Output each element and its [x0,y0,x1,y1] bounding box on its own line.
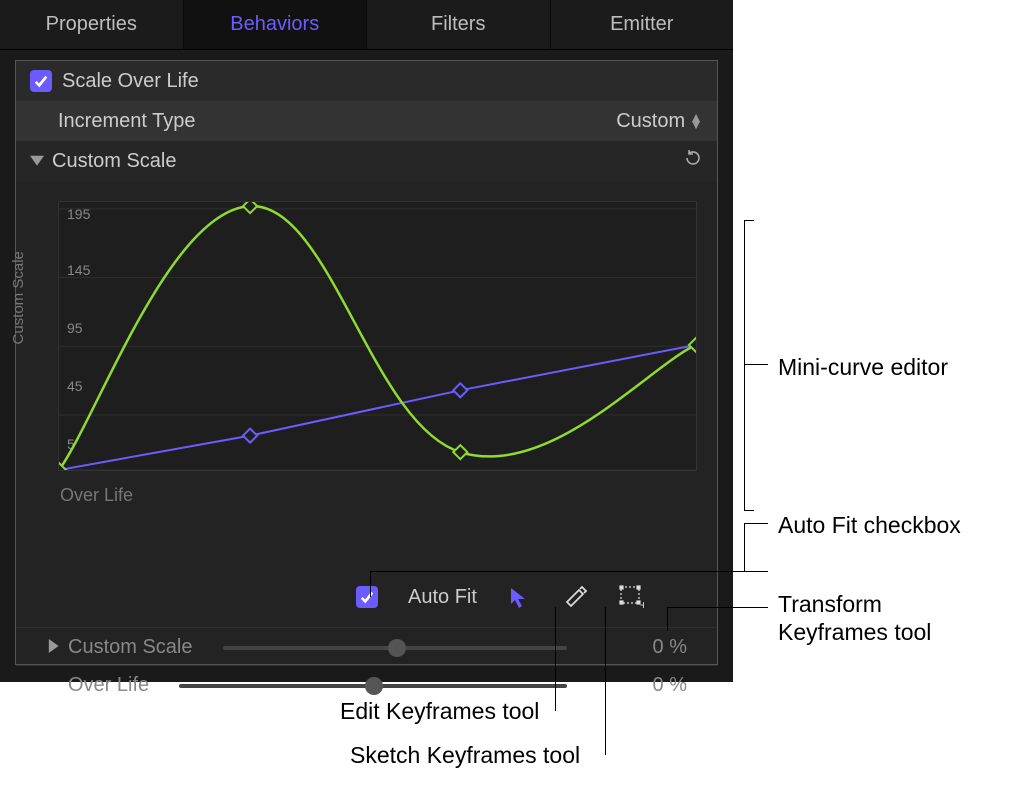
disclosure-icon[interactable] [46,636,60,659]
enable-checkbox[interactable] [30,70,52,92]
annotation-mini-curve: Mini-curve editor [778,354,948,381]
sketch-keyframes-tool[interactable] [561,583,589,611]
tab-filters[interactable]: Filters [367,0,551,49]
param-label: Custom Scale [68,636,193,659]
slider-knob[interactable] [388,639,406,657]
param-label: Over Life [68,674,149,697]
param-row-custom-scale: Custom Scale 0 % [16,627,717,667]
auto-fit-label: Auto Fit [408,586,477,609]
annotation-edit: Edit Keyframes tool [340,698,539,725]
disclosure-icon[interactable] [30,150,44,173]
callout-line [370,571,768,572]
updown-icon[interactable]: ▲▼ [689,114,703,128]
annotation-auto-fit: Auto Fit checkbox [778,512,961,539]
increment-label: Increment Type [58,110,195,133]
callout-line [370,571,371,597]
callout-line [744,220,754,221]
callout-line [605,607,606,755]
reset-icon[interactable] [683,148,703,174]
slider[interactable] [223,646,568,650]
callout-line [555,607,556,711]
callout-line [667,607,768,608]
callout-line [744,523,745,571]
auto-fit-checkbox[interactable] [356,586,378,608]
tab-emitter[interactable]: Emitter [551,0,734,49]
curve-toolbar: Auto Fit + [356,583,645,611]
callout-line [744,220,745,510]
tabbar: Properties Behaviors Filters Emitter [0,0,733,50]
param-value[interactable]: 0 % [607,674,687,697]
x-axis-label: Over Life [16,471,717,506]
increment-row: Increment Type Custom ▲▼ [16,101,717,141]
callout-line [744,364,768,365]
annotation-transform: Transform Keyframes tool [778,590,998,646]
transform-keyframes-tool[interactable]: + [617,583,645,611]
tab-properties[interactable]: Properties [0,0,184,49]
param-value[interactable]: 0 % [607,636,687,659]
slider[interactable] [179,684,567,688]
svg-text:+: + [640,598,644,610]
mini-curve-editor[interactable]: Custom Scale 195 145 95 45 5 [58,201,697,471]
y-axis-label: Custom Scale [10,251,27,344]
annotation-sketch: Sketch Keyframes tool [350,742,580,769]
custom-scale-label: Custom Scale [52,150,177,173]
content-frame: Scale Over Life Increment Type Custom ▲▼… [15,60,718,665]
custom-scale-row: Custom Scale [16,141,717,181]
behavior-title: Scale Over Life [62,70,199,93]
edit-keyframes-tool[interactable] [505,583,533,611]
slider-knob[interactable] [365,677,383,695]
increment-select[interactable]: Custom [616,110,685,133]
callout-line [744,523,768,524]
curve-plot[interactable] [59,202,696,470]
tab-behaviors[interactable]: Behaviors [184,0,368,49]
callout-line [744,510,754,511]
callout-line [667,607,668,631]
behavior-header: Scale Over Life [16,61,717,101]
inspector-panel: Properties Behaviors Filters Emitter Sca… [0,0,733,682]
